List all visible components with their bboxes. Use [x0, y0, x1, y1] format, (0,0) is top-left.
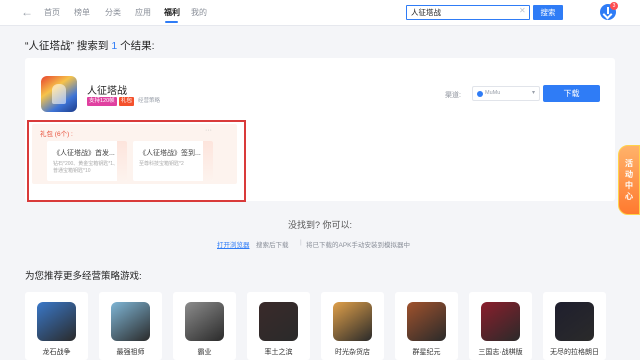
- mumu-logo-icon: [477, 91, 483, 97]
- recommended-game-card[interactable]: 率土之滨: [247, 292, 310, 360]
- download-button[interactable]: 下载: [543, 85, 600, 102]
- recommend-title: 为您推荐更多经营策略游戏:: [25, 271, 142, 282]
- results-heading: “人征塔战” 搜索到 1 个结果:: [25, 38, 155, 53]
- recommended-game-card[interactable]: 群星纪元: [395, 292, 458, 360]
- tab-apps[interactable]: 应用: [135, 7, 151, 18]
- game-name[interactable]: 人征塔战: [87, 82, 127, 97]
- not-found-title: 没找到? 你可以:: [287, 220, 352, 230]
- download-count-badge: 3: [610, 2, 618, 10]
- game-icon: [185, 302, 224, 341]
- recommended-game-name: 最强祖师: [116, 349, 145, 356]
- recommended-game-card[interactable]: 最强祖师: [99, 292, 162, 360]
- recommended-game-card[interactable]: 无尽的拉格朗日: [543, 292, 606, 360]
- game-icon: [407, 302, 446, 341]
- results-suffix: 个结果:: [117, 40, 155, 52]
- channel-value: MuMu: [485, 90, 501, 96]
- search-button[interactable]: 搜索: [533, 5, 563, 20]
- game-icon: [481, 302, 520, 341]
- tab-welfare[interactable]: 福利: [164, 7, 180, 18]
- active-tab-indicator: [165, 21, 178, 23]
- game-icon[interactable]: [41, 76, 77, 112]
- recommended-game-name: 霸业: [197, 349, 212, 356]
- tag-genre: 经营策略: [138, 98, 161, 104]
- activity-label: 活动中心: [625, 159, 633, 201]
- tab-mine[interactable]: 我的: [191, 7, 207, 18]
- search-input[interactable]: [406, 5, 530, 20]
- chevron-down-icon: ▾: [531, 90, 535, 96]
- recommended-game-name: 群星纪元: [412, 349, 441, 356]
- channel-select[interactable]: MuMu ▾: [472, 86, 540, 101]
- tab-rankings[interactable]: 榜单: [74, 7, 90, 18]
- clear-icon[interactable]: ✕: [519, 6, 526, 15]
- game-icon: [259, 302, 298, 341]
- open-browser-link[interactable]: 打开浏览器: [217, 239, 250, 249]
- recommended-game-name: 率土之滨: [264, 349, 293, 356]
- tab-home[interactable]: 首页: [44, 7, 60, 18]
- highlight-frame: [27, 120, 246, 202]
- results-prefix: “人征塔战” 搜索到: [25, 40, 112, 52]
- game-icon: [333, 302, 372, 341]
- recommended-game-name: 三国志·战棋版: [478, 349, 523, 356]
- recommended-game-card[interactable]: 龙石战争: [25, 292, 88, 360]
- not-found-text: 将已下载的APK手动安装到模拟器中: [306, 242, 411, 249]
- game-icon: [111, 302, 150, 341]
- result-card: 人征塔战 支持120帧 礼包 经营策略 渠道: MuMu ▾ 下载 礼包 (6个…: [25, 58, 615, 202]
- recommended-game-name: 无尽的拉格朗日: [550, 349, 599, 356]
- recommended-game-card[interactable]: 三国志·战棋版: [469, 292, 532, 360]
- activity-center-button[interactable]: 活动中心: [618, 145, 640, 215]
- tab-categories[interactable]: 分类: [105, 7, 121, 18]
- channel-label: 渠道:: [445, 92, 461, 99]
- game-icon: [37, 302, 76, 341]
- recommended-game-name: 时光杂货店: [335, 349, 370, 356]
- top-nav-bar: ← 首页 榜单 分类 应用 福利 我的 ✕ 搜索 3: [0, 0, 640, 26]
- game-icon: [555, 302, 594, 341]
- tag-120fps: 支持120帧: [87, 97, 117, 106]
- not-found-text: 搜索后下载: [256, 242, 289, 249]
- arrow-left-icon[interactable]: ←: [20, 5, 34, 19]
- tag-gift: 礼包: [119, 97, 135, 106]
- recommended-game-name: 龙石战争: [42, 349, 71, 356]
- divider: |: [300, 239, 302, 246]
- recommended-game-card[interactable]: 时光杂货店: [321, 292, 384, 360]
- recommended-game-card[interactable]: 霸业: [173, 292, 236, 360]
